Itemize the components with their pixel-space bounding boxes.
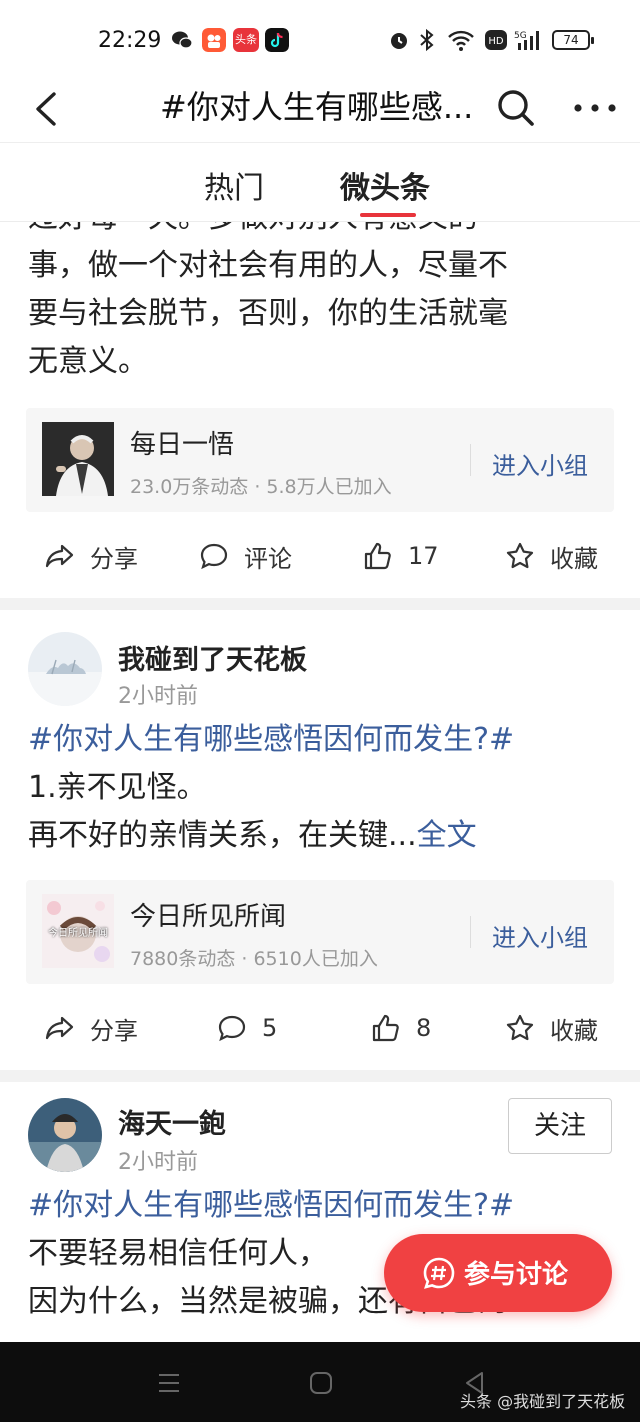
post-line: 1.亲不见怪。: [28, 770, 207, 805]
feed[interactable]: 过好每一天。多做对别人有意义的 事，做一个对社会有用的人，尽量不 要与社会脱节，…: [0, 222, 640, 1342]
join-discussion-button[interactable]: 参与讨论: [384, 1234, 612, 1312]
group-card[interactable]: 今日所见所闻 今日所见所闻 7880条动态 · 6510人已加入 进入小组: [26, 880, 614, 984]
share-icon: [45, 1016, 74, 1040]
feed-separator: [0, 598, 640, 610]
read-more-link[interactable]: 全文: [417, 818, 477, 853]
post-line: 事，做一个对社会有用的人，尽量不: [28, 248, 508, 283]
comment-button[interactable]: 评论: [198, 536, 292, 576]
action-bar: 分享 评论 17 收藏: [0, 512, 640, 598]
star-icon: [506, 1014, 534, 1041]
avatar[interactable]: [28, 1098, 102, 1172]
divider: [470, 444, 471, 476]
group-card[interactable]: 每日一悟 23.0万条动态 · 5.8万人已加入 进入小组: [26, 408, 614, 512]
group-avatar-label: 今日所见所闻: [48, 928, 108, 939]
more-dots-icon[interactable]: [570, 86, 620, 130]
share-label: 分享: [90, 544, 138, 573]
post-line: 过好每一天。多做对别人有意义的: [28, 222, 612, 242]
page-title: #你对人生有哪些感...: [160, 88, 474, 126]
like-count: 17: [408, 542, 439, 570]
share-button[interactable]: 分享: [44, 536, 138, 576]
post-card: 过好每一天。多做对别人有意义的 事，做一个对社会有用的人，尽量不 要与社会脱节，…: [0, 222, 640, 598]
comment-count: 5: [262, 1014, 278, 1042]
svg-text:HD: HD: [488, 36, 504, 47]
tab-hot[interactable]: 热门: [204, 163, 264, 207]
page: 22:29 头条 HD 5G 74 #你对人生有哪些感... 热门 微头条 事，…: [0, 0, 640, 1422]
group-name: 每日一悟: [130, 430, 235, 460]
post-line: 无意义。: [28, 344, 148, 379]
hashtag-link[interactable]: #你对人生有哪些感悟因何而发生?#: [28, 716, 612, 764]
kuaishou-icon: [202, 28, 226, 52]
status-time: 22:29: [98, 28, 162, 53]
favorite-label: 收藏: [550, 1016, 598, 1045]
like-count: 8: [416, 1014, 432, 1042]
post-header: 我碰到了天花板 2小时前: [0, 610, 640, 716]
star-icon: [506, 542, 534, 569]
join-group-button[interactable]: 进入小组: [492, 918, 588, 953]
join-discussion-label: 参与讨论: [464, 1260, 569, 1290]
favorite-button[interactable]: 收藏: [504, 536, 598, 576]
thumbs-up-icon: [364, 542, 391, 570]
search-icon[interactable]: [494, 86, 538, 130]
share-label: 分享: [90, 1016, 138, 1045]
favorite-label: 收藏: [550, 544, 598, 573]
avatar[interactable]: [28, 632, 102, 706]
wifi-icon: [448, 30, 474, 51]
favorite-button[interactable]: 收藏: [504, 1008, 598, 1048]
hd-icon: HD: [485, 30, 507, 50]
post-line: 再不好的亲情关系，在关键...全文: [28, 812, 612, 860]
svg-text:5G: 5G: [514, 31, 527, 41]
status-bar: 22:29 头条 HD 5G 74: [0, 0, 640, 80]
post-body[interactable]: #你对人生有哪些感悟因何而发生?# 1.亲不见怪。 再不好的亲情关系，在关键..…: [0, 716, 640, 860]
douyin-icon: [265, 28, 289, 52]
post-body[interactable]: 过好每一天。多做对别人有意义的 事，做一个对社会有用的人，尽量不 要与社会脱节，…: [0, 222, 640, 386]
post-header: 海天一鉋 2小时前 关注: [0, 1082, 640, 1182]
like-button[interactable]: 8: [370, 1008, 431, 1048]
post-time: 2小时前: [118, 1150, 198, 1175]
comment-label: 评论: [244, 544, 292, 573]
bluetooth-icon: [420, 28, 434, 52]
tab-weitoutiao[interactable]: 微头条: [340, 163, 430, 207]
top-bar: #你对人生有哪些感...: [0, 80, 640, 140]
home-icon[interactable]: [308, 1370, 334, 1396]
hashtag-link[interactable]: #你对人生有哪些感悟因何而发生?#: [28, 1182, 612, 1230]
action-bar: 分享 5 8 收藏: [0, 984, 640, 1070]
truncated-text: 再不好的亲情关系，在关键...: [28, 818, 417, 853]
toutiao-icon: 头条: [233, 28, 259, 52]
wechat-icon: [172, 31, 193, 49]
comment-icon: [218, 1015, 246, 1042]
share-button[interactable]: 分享: [44, 1008, 138, 1048]
group-stats: 23.0万条动态 · 5.8万人已加入: [130, 476, 392, 498]
alarm-icon: [391, 33, 407, 49]
share-icon: [45, 544, 74, 568]
join-group-button[interactable]: 进入小组: [492, 446, 588, 481]
comment-button[interactable]: 5: [216, 1008, 277, 1048]
post-line: 要与社会脱节，否则，你的生活就毫: [28, 296, 508, 331]
5g-signal-icon: 5G: [514, 31, 539, 50]
hash-chat-icon: [423, 1257, 455, 1289]
post-time: 2小时前: [118, 684, 198, 709]
tab-bar: 热门 微头条: [0, 142, 640, 222]
thumbs-up-icon: [372, 1014, 399, 1042]
follow-button[interactable]: 关注: [508, 1098, 612, 1154]
chevron-left-icon[interactable]: [28, 84, 68, 134]
group-name: 今日所见所闻: [130, 902, 287, 932]
post-card: 我碰到了天花板 2小时前 #你对人生有哪些感悟因何而发生?# 1.亲不见怪。 再…: [0, 610, 640, 1070]
battery-indicator: 74: [552, 30, 594, 50]
watermark: 头条 @我碰到了天花板: [460, 1392, 626, 1411]
comment-icon: [200, 543, 228, 570]
divider: [470, 916, 471, 948]
feed-separator: [0, 1070, 640, 1082]
author-name[interactable]: 我碰到了天花板: [118, 638, 307, 677]
active-tab-indicator: [360, 213, 416, 217]
author-name[interactable]: 海天一鉋: [118, 1102, 226, 1141]
system-nav-bar: 头条 @我碰到了天花板: [0, 1342, 640, 1422]
group-avatar: [42, 422, 114, 496]
like-button[interactable]: 17: [362, 536, 439, 576]
group-stats: 7880条动态 · 6510人已加入: [130, 948, 378, 970]
menu-icon[interactable]: [156, 1370, 182, 1396]
